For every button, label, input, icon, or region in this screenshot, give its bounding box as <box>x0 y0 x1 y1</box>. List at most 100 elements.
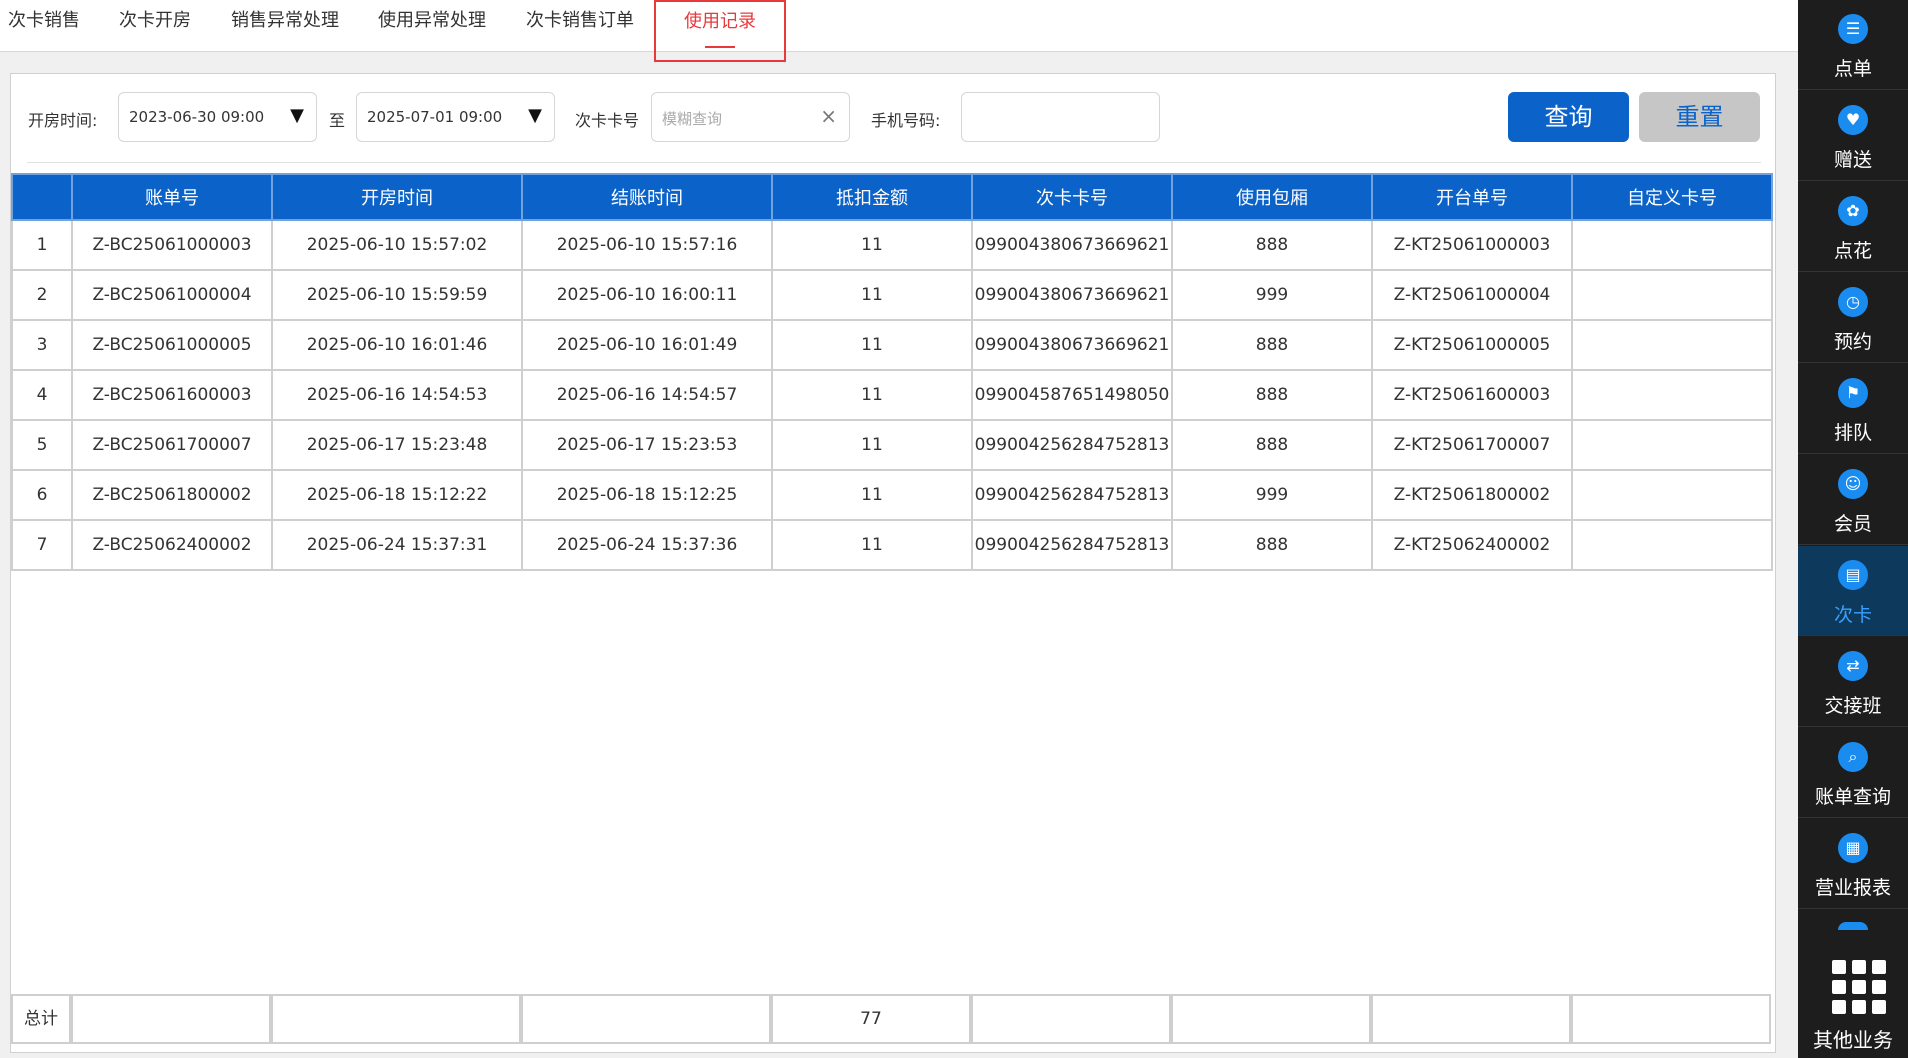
sidebar-item-label: 账单查询 <box>1814 786 1891 808</box>
total-cell <box>71 994 271 1044</box>
table-cell: 2025-06-24 15:37:31 <box>271 519 523 571</box>
table-cell: 999 <box>1171 269 1373 321</box>
query-button[interactable]: 查询 <box>1508 92 1629 142</box>
end-time-select[interactable]: 2025-07-01 09:00 ▼ <box>356 92 555 142</box>
table-cell: 099004256284752813 <box>971 519 1173 571</box>
table-cell: Z-KT25061000005 <box>1371 319 1573 371</box>
table-cell: 888 <box>1171 519 1373 571</box>
table-cell: 7 <box>11 519 73 571</box>
table-cell: Z-BC25061600003 <box>71 369 273 421</box>
table-row[interactable]: 6 Z-BC25061800002 2025-06-18 15:12:22 2025-… <box>11 469 1773 521</box>
table-cell: Z-KT25061600003 <box>1371 369 1573 421</box>
column-header-open-time: 开房时间 <box>271 173 523 221</box>
total-cell <box>521 994 771 1044</box>
column-header-table-order: 开台单号 <box>1371 173 1573 221</box>
total-cell <box>971 994 1171 1044</box>
table-cell <box>1571 269 1773 321</box>
other-business-label[interactable]: 其他业务 <box>1798 1024 1908 1053</box>
end-time-value: 2025-07-01 09:00 <box>367 108 503 126</box>
table-cell <box>1571 369 1773 421</box>
tab-sales-exception[interactable]: 销售异常处理 <box>231 0 339 52</box>
sidebar-item-reservation[interactable]: ◷ 预约 <box>1798 273 1908 363</box>
table-cell: Z-KT25061000003 <box>1371 219 1573 271</box>
sidebar-item-card[interactable]: ▤ 次卡 <box>1798 546 1908 636</box>
table-cell: 2025-06-18 15:12:22 <box>271 469 523 521</box>
reservation-icon: ◷ <box>1838 287 1868 317</box>
sidebar-item-label: 次卡 <box>1833 604 1872 626</box>
table-cell: Z-KT25062400002 <box>1371 519 1573 571</box>
sidebar-item-queue[interactable]: ⚑ 排队 <box>1798 364 1908 454</box>
column-header-deduction: 抵扣金额 <box>771 173 973 221</box>
sidebar-item-bill-search[interactable]: ⌕ 账单查询 <box>1798 728 1908 818</box>
bill-search-icon: ⌕ <box>1838 742 1868 772</box>
table-cell: 2025-06-10 16:00:11 <box>521 269 773 321</box>
card-number-placeholder: 模糊查询 <box>662 110 723 128</box>
start-time-select[interactable]: 2023-06-30 09:00 ▼ <box>118 92 317 142</box>
grid-icon[interactable] <box>1832 960 1886 1014</box>
tab-usage-records[interactable]: 使用记录 <box>654 0 786 62</box>
table-row[interactable]: 5 Z-BC25061700007 2025-06-17 15:23:48 2025-… <box>11 419 1773 471</box>
sidebar-item-gift[interactable]: ♥ 赠送 <box>1798 91 1908 181</box>
sidebar-item-report[interactable]: ▦ 营业报表 <box>1798 819 1908 909</box>
total-cell <box>271 994 521 1044</box>
sidebar-item-label: 点单 <box>1833 58 1872 80</box>
column-header-bill-no: 账单号 <box>71 173 273 221</box>
card-number-input[interactable]: 模糊查询 × <box>651 92 850 142</box>
table-cell <box>1571 419 1773 471</box>
sidebar-item-flower[interactable]: ✿ 点花 <box>1798 182 1908 272</box>
sidebar-item-member[interactable]: ☺ 会员 <box>1798 455 1908 545</box>
table-cell: Z-BC25061700007 <box>71 419 273 471</box>
table-cell: Z-KT25061800002 <box>1371 469 1573 521</box>
table-cell: 2 <box>11 269 73 321</box>
sidebar-item-label: 营业报表 <box>1814 877 1891 899</box>
clear-icon[interactable]: × <box>820 104 837 128</box>
sidebar-item-order[interactable]: ☰ 点单 <box>1798 0 1908 90</box>
dropdown-arrow-icon: ▼ <box>528 105 542 126</box>
card-number-label: 次卡卡号 <box>575 111 640 130</box>
tab-card-sales[interactable]: 次卡销售 <box>8 0 80 52</box>
tab-usage-records-label: 使用记录 <box>684 11 756 32</box>
table-cell: 11 <box>771 369 973 421</box>
table-row[interactable]: 2 Z-BC25061000004 2025-06-10 15:59:59 2025-… <box>11 269 1773 321</box>
tab-card-room[interactable]: 次卡开房 <box>119 0 191 52</box>
column-header-card-no: 次卡卡号 <box>971 173 1173 221</box>
table-cell: 2025-06-10 16:01:46 <box>271 319 523 371</box>
member-icon: ☺ <box>1838 469 1868 499</box>
table-cell: 2025-06-18 15:12:25 <box>521 469 773 521</box>
table-cell: 099004380673669621 <box>971 319 1173 371</box>
table-cell: 4 <box>11 369 73 421</box>
active-tab-indicator <box>705 46 735 48</box>
table-cell: 6 <box>11 469 73 521</box>
table-cell: 099004256284752813 <box>971 469 1173 521</box>
reset-button[interactable]: 重置 <box>1639 92 1760 142</box>
sidebar-item-shift[interactable]: ⇄ 交接班 <box>1798 637 1908 727</box>
table-cell: 888 <box>1171 319 1373 371</box>
table-cell: 099004256284752813 <box>971 419 1173 471</box>
table-row[interactable]: 7 Z-BC25062400002 2025-06-24 15:37:31 2025-… <box>11 519 1773 571</box>
tab-card-sales-orders[interactable]: 次卡销售订单 <box>526 0 634 52</box>
table-cell: 11 <box>771 519 973 571</box>
table-row[interactable]: 1 Z-BC25061000003 2025-06-10 15:57:02 2025-… <box>11 219 1773 271</box>
flower-icon: ✿ <box>1838 196 1868 226</box>
table-cell: 888 <box>1171 219 1373 271</box>
table-row[interactable]: 3 Z-BC25061000005 2025-06-10 16:01:46 2025-… <box>11 319 1773 371</box>
card-icon: ▤ <box>1838 560 1868 590</box>
gift-icon: ♥ <box>1838 105 1868 135</box>
table-cell <box>1571 469 1773 521</box>
table-cell: 11 <box>771 269 973 321</box>
column-header-custom-card: 自定义卡号 <box>1571 173 1773 221</box>
phone-input[interactable] <box>961 92 1160 142</box>
table-cell: 099004380673669621 <box>971 219 1173 271</box>
table-cell: 2025-06-17 15:23:48 <box>271 419 523 471</box>
table-row[interactable]: 4 Z-BC25061600003 2025-06-16 14:54:53 2025-… <box>11 369 1773 421</box>
table-cell: 2025-06-10 15:59:59 <box>271 269 523 321</box>
start-time-value: 2023-06-30 09:00 <box>129 108 265 126</box>
table-cell: 2025-06-10 16:01:49 <box>521 319 773 371</box>
order-icon: ☰ <box>1838 14 1868 44</box>
total-amount: 77 <box>771 994 971 1044</box>
tab-usage-exception[interactable]: 使用异常处理 <box>378 0 486 52</box>
report-icon: ▦ <box>1838 833 1868 863</box>
queue-icon: ⚑ <box>1838 378 1868 408</box>
phone-label: 手机号码: <box>871 111 941 130</box>
column-header-checkout-time: 结账时间 <box>521 173 773 221</box>
